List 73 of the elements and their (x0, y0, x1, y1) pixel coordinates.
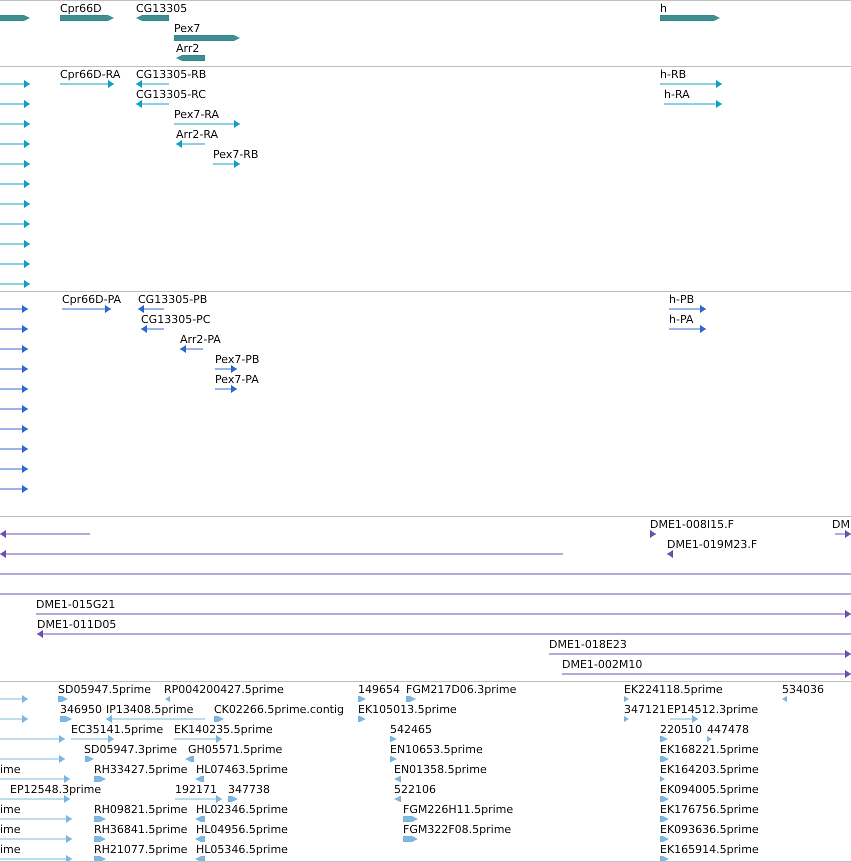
feature-label: h-PB (669, 294, 694, 306)
feature-label: GH05571.5prime (188, 744, 282, 756)
feature-label: h-RA (664, 89, 690, 101)
feature-label: EN10653.5prime (390, 744, 483, 756)
feature-label: Cpr66D-RA (60, 69, 120, 81)
feature-label: IP13408.5prime (106, 704, 194, 716)
feature-label: EP12548.3prime (10, 784, 102, 796)
feature-label: RH21077.5prime (94, 844, 188, 856)
feature-label: EK094005.5prime (660, 784, 759, 796)
feature-label: EK176756.5prime (660, 804, 759, 816)
feature-label: DME1-015G21 (36, 599, 116, 611)
feature-label: EN01358.5prime (394, 764, 487, 776)
feature-label: HL05346.5prime (196, 844, 288, 856)
feature-label: Pex7 (174, 23, 200, 35)
feature-label: Pex7-PB (215, 354, 260, 366)
feature-label: CG13305-PB (138, 294, 208, 306)
feature-label: Pex7-RA (174, 109, 220, 121)
feature-label: EK224118.5prime (624, 684, 723, 696)
feature-label: RH09821.5prime (94, 804, 188, 816)
feature-label: 149654 (358, 684, 400, 696)
feature-label: CG13305 (136, 3, 188, 15)
feature-label: Arr2 (176, 43, 200, 55)
feature-label: ime (0, 844, 21, 856)
feature-label: 220510 (660, 724, 702, 736)
feature-label: Pex7-PA (215, 374, 259, 386)
feature-label: DME1-011D05 (37, 619, 116, 631)
feature-label: EP14512.3prime (667, 704, 758, 716)
feature-label: 542465 (390, 724, 432, 736)
feature-label: CG13305-PC (141, 314, 210, 326)
feature-label: ime (0, 764, 21, 776)
feature-label: SD05947.5prime (58, 684, 151, 696)
feature-label: ime (0, 804, 21, 816)
feature-label: FGM217D06.3prime (406, 684, 516, 696)
feature-label: DME1-018E23 (549, 639, 627, 651)
feature-label: Cpr66D-PA (62, 294, 122, 306)
feature-label: HL02346.5prime (196, 804, 288, 816)
feature-label: FGM322F08.5prime (403, 824, 512, 836)
feature-label: h (660, 3, 667, 15)
feature-label: 346950 (60, 704, 102, 716)
feature-label: SD05947.3prime (84, 744, 177, 756)
feature-label: RH36841.5prime (94, 824, 188, 836)
feature-label: FGM226H11.5prime (403, 804, 514, 816)
feature-label: Pex7-RB (213, 149, 258, 161)
feature-label: RP004200427.5prime (164, 684, 284, 696)
feature-label: 192171 (175, 784, 217, 796)
feature-label: DME1-002M10 (562, 659, 642, 671)
feature-label: Cpr66D (60, 3, 102, 15)
feature-label: 347738 (228, 784, 270, 796)
feature-label: 347121 (624, 704, 666, 716)
feature-label: DME1-019M23.F (667, 539, 758, 551)
feature-label: DME1-008I15.F (650, 519, 734, 531)
feature-label: 534036 (782, 684, 824, 696)
feature-label: CG13305-RB (136, 69, 206, 81)
feature-label: EK093636.5prime (660, 824, 759, 836)
feature-label: EK140235.5prime (174, 724, 273, 736)
feature-label: CK02266.5prime.contig (214, 704, 344, 716)
feature-label: EC35141.5prime (71, 724, 164, 736)
feature-label: 522106 (394, 784, 436, 796)
feature-label: RH33427.5prime (94, 764, 188, 776)
feature-label: HL04956.5prime (196, 824, 288, 836)
feature-label: h-RB (660, 69, 686, 81)
feature-label: Arr2-PA (180, 334, 221, 346)
feature-label: EK105013.5prime (358, 704, 457, 716)
feature-label: HL07463.5prime (196, 764, 288, 776)
feature-label: EK164203.5prime (660, 764, 759, 776)
feature-label: h-PA (669, 314, 694, 326)
feature-label: 447478 (707, 724, 749, 736)
feature-label: CG13305-RC (136, 89, 206, 101)
feature-label: DM (832, 519, 850, 531)
feature-label: ime (0, 824, 21, 836)
feature-label: EK168221.5prime (660, 744, 759, 756)
feature-label: Arr2-RA (176, 129, 218, 141)
feature-label: EK165914.5prime (660, 844, 759, 856)
